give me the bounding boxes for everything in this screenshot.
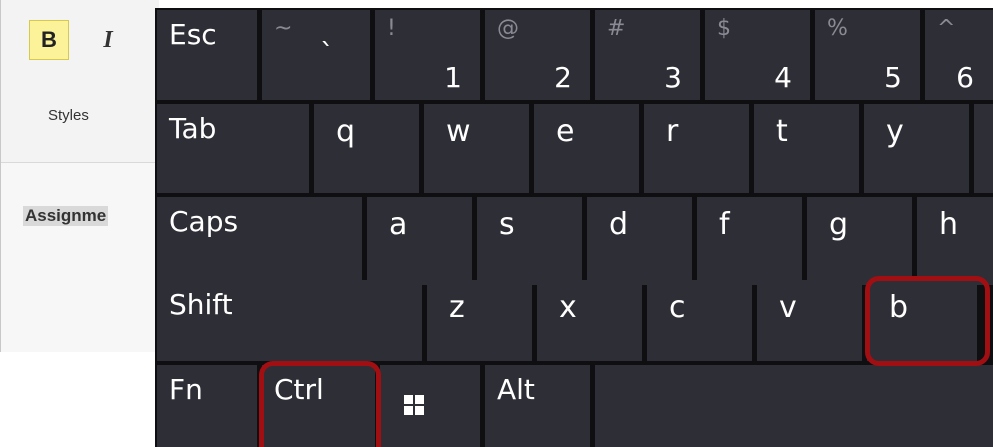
editor-panel: B I Styles Assignme [0, 0, 159, 352]
key-c[interactable]: c [647, 280, 752, 361]
document-text[interactable]: Assignme [23, 206, 109, 226]
key-2-top: @ [497, 16, 519, 41]
key-a-label: a [389, 207, 408, 242]
key-esc[interactable]: Esc [157, 10, 257, 100]
key-r-label: r [666, 114, 679, 149]
key-backtick[interactable]: ~ ` [262, 10, 370, 100]
key-h[interactable]: h [917, 197, 993, 285]
key-5[interactable]: % 5 [815, 10, 920, 100]
italic-button[interactable]: I [93, 20, 123, 60]
key-d[interactable]: d [587, 197, 692, 285]
key-4-top: $ [717, 16, 731, 41]
key-3-top: # [607, 16, 626, 41]
key-5-bottom: 5 [884, 61, 902, 94]
key-r[interactable]: r [644, 104, 749, 193]
key-4-bottom: 4 [774, 61, 792, 94]
key-backtick-top: ~ [274, 16, 293, 41]
key-f[interactable]: f [697, 197, 802, 285]
key-backtick-bottom: ` [320, 37, 334, 70]
key-fn[interactable]: Fn [157, 365, 257, 447]
key-g[interactable]: g [807, 197, 912, 285]
key-e-label: e [556, 114, 575, 149]
key-alt-label: Alt [497, 373, 535, 406]
bold-button[interactable]: B [29, 20, 69, 60]
key-c-label: c [669, 290, 686, 325]
key-tab[interactable]: Tab [157, 104, 309, 193]
key-t[interactable]: t [754, 104, 859, 193]
key-1-top: ! [387, 16, 396, 41]
styles-label[interactable]: Styles [48, 107, 89, 124]
key-ctrl[interactable]: Ctrl [262, 365, 375, 447]
key-6-top: ^ [937, 16, 956, 41]
key-alt[interactable]: Alt [485, 365, 590, 447]
key-q-label: q [336, 114, 356, 149]
key-a[interactable]: a [367, 197, 472, 285]
key-2-bottom: 2 [554, 61, 572, 94]
key-y[interactable]: y [864, 104, 969, 193]
key-x-label: x [559, 290, 577, 325]
key-ctrl-label: Ctrl [274, 373, 324, 406]
onscreen-keyboard: Esc ~ ` ! 1 @ 2 # 3 $ 4 % 5 ^ 6 Tab q w … [155, 8, 993, 447]
key-shift-label: Shift [169, 288, 233, 321]
key-y-label: y [886, 114, 904, 149]
key-v-label: v [779, 290, 797, 325]
key-g-label: g [829, 207, 849, 242]
key-z[interactable]: z [427, 280, 532, 361]
key-u-partial[interactable] [974, 104, 993, 193]
key-2[interactable]: @ 2 [485, 10, 590, 100]
key-s[interactable]: s [477, 197, 582, 285]
key-1-bottom: 1 [444, 61, 462, 94]
key-shift[interactable]: Shift [157, 280, 422, 361]
key-h-label: h [939, 207, 959, 242]
windows-icon [404, 395, 424, 415]
key-6[interactable]: ^ 6 [925, 10, 993, 100]
key-fn-label: Fn [169, 373, 203, 406]
key-1[interactable]: ! 1 [375, 10, 480, 100]
key-5-top: % [827, 16, 848, 41]
key-s-label: s [499, 207, 515, 242]
key-d-label: d [609, 207, 629, 242]
key-3[interactable]: # 3 [595, 10, 700, 100]
key-f-label: f [719, 207, 730, 242]
key-caps[interactable]: Caps [157, 197, 362, 285]
key-6-bottom: 6 [956, 61, 974, 94]
key-space[interactable] [595, 365, 993, 447]
key-v[interactable]: v [757, 280, 862, 361]
key-b[interactable]: b [867, 280, 977, 361]
key-w-label: w [446, 114, 471, 149]
key-e[interactable]: e [534, 104, 639, 193]
key-caps-label: Caps [169, 205, 239, 238]
key-x[interactable]: x [537, 280, 642, 361]
key-windows[interactable] [380, 365, 480, 447]
key-b-label: b [889, 290, 909, 325]
key-q[interactable]: q [314, 104, 419, 193]
key-tab-label: Tab [169, 112, 217, 145]
key-4[interactable]: $ 4 [705, 10, 810, 100]
key-w[interactable]: w [424, 104, 529, 193]
formatting-toolbar: B I Styles [1, 0, 159, 163]
key-t-label: t [776, 114, 788, 149]
key-z-label: z [449, 290, 465, 325]
key-esc-label: Esc [169, 18, 217, 51]
key-3-bottom: 3 [664, 61, 682, 94]
